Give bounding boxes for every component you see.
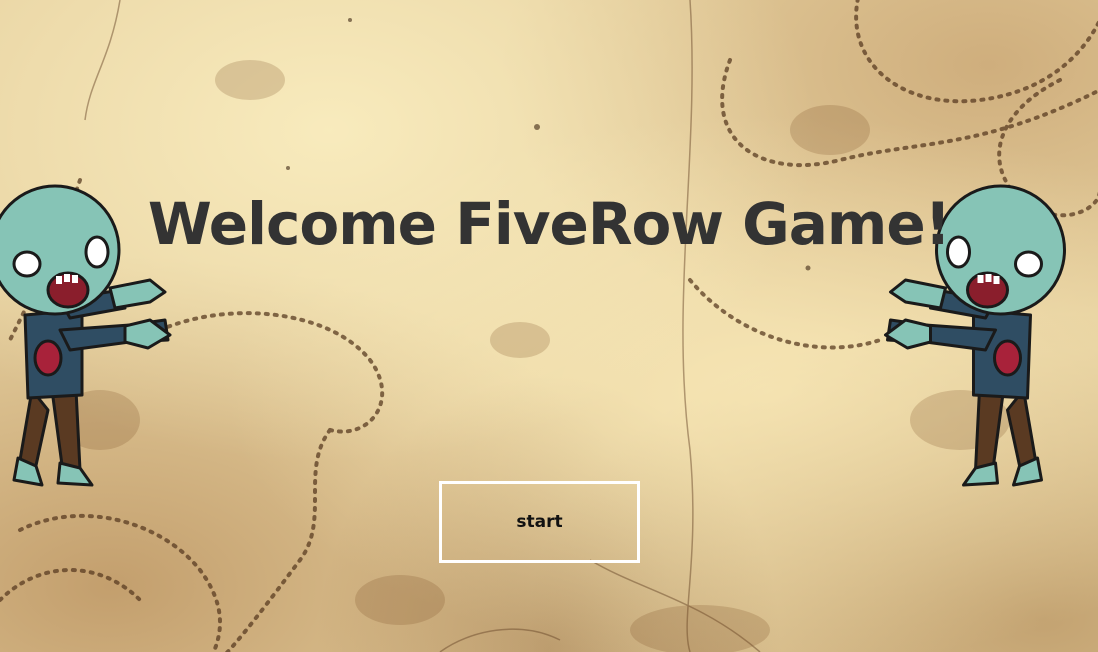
game-title: Welcome FiveRow Game! [147, 190, 951, 258]
start-button[interactable]: start [439, 481, 640, 563]
